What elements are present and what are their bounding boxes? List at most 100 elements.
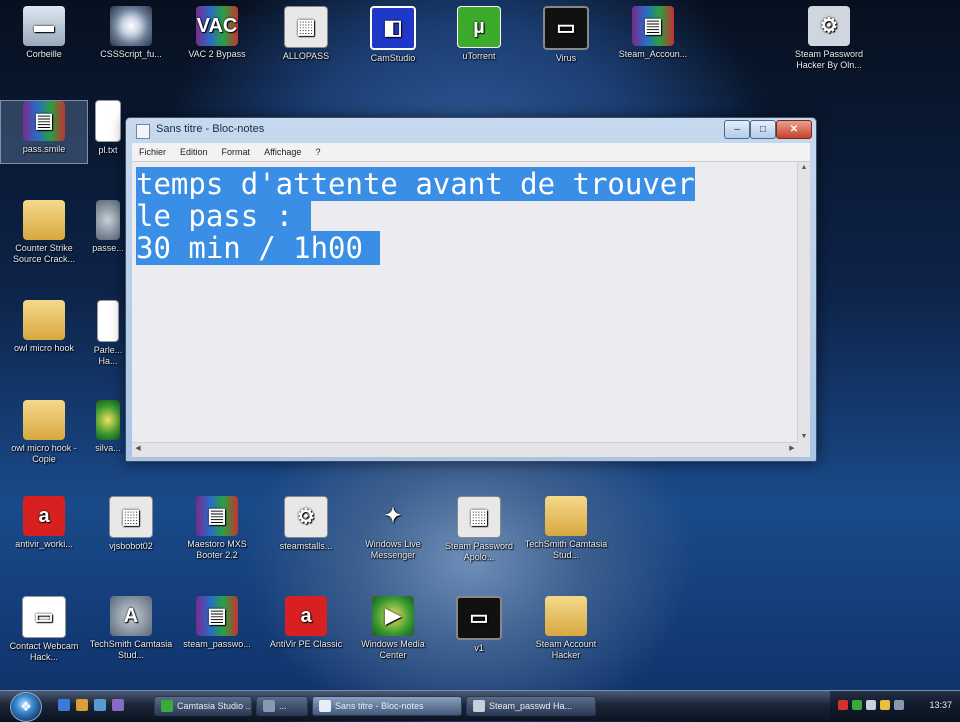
taskbar-button-camtasia[interactable]: Camtasia Studio ... — [154, 696, 252, 716]
scroll-down-icon[interactable]: ▼ — [798, 431, 810, 443]
document-icon: ▦ — [284, 6, 328, 48]
desktop-icon-steam-passwo[interactable]: ▤ steam_passwo... — [174, 596, 260, 650]
application-icon: ▦ — [109, 496, 153, 538]
desktop-icon-virus[interactable]: ▭ Virus — [523, 6, 609, 64]
menu-affichage[interactable]: Affichage — [257, 147, 308, 157]
desktop-icon-label: Contact Webcam Hack... — [9, 641, 79, 662]
tray-icon[interactable] — [894, 700, 904, 710]
desktop-icon-steam-password-apolo[interactable]: ▦ Steam Password Apolo... — [436, 496, 522, 563]
desktop-icon-counter-strike[interactable]: Counter Strike Source Crack... — [1, 200, 87, 265]
window-titlebar[interactable]: Sans titre - Bloc-notes – □ ✕ — [126, 118, 816, 142]
desktop-icon-label: Maestoro MXS Booter 2.2 — [187, 539, 247, 560]
system-tray: 13:37 — [830, 691, 960, 721]
quicklaunch-app-icon[interactable] — [112, 699, 124, 711]
notepad-icon — [136, 124, 150, 139]
video-file-icon: ▭ — [456, 596, 502, 640]
menu-fichier[interactable]: Fichier — [132, 147, 173, 157]
desktop-icon-parle[interactable]: Parle... Ha... — [88, 300, 128, 367]
desktop-icon-recycle-bin[interactable]: ▬ Corbeille — [1, 6, 87, 60]
scroll-up-icon[interactable]: ▲ — [798, 162, 810, 174]
window-title: Sans titre - Bloc-notes — [156, 123, 265, 135]
antivirus-tray-icon[interactable] — [838, 700, 848, 710]
desktop-icon-maestoro-booter[interactable]: ▤ Maestoro MXS Booter 2.2 — [174, 496, 260, 561]
archive-icon: ▤ — [632, 6, 674, 46]
horizontal-scrollbar[interactable]: ◀ ▶ — [132, 442, 798, 457]
scroll-right-icon[interactable]: ▶ — [786, 444, 798, 452]
desktop-icon-camtasia-studio[interactable]: A TechSmith Camtasia Stud... — [88, 596, 174, 661]
menu-edition[interactable]: Edition — [173, 147, 215, 157]
desktop-icon-utorrent[interactable]: µ uTorrent — [436, 6, 522, 62]
desktop-icon-allopass[interactable]: ▦ ALLOPASS — [263, 6, 349, 62]
desktop-icon-camstudio[interactable]: ◧ CamStudio — [350, 6, 436, 64]
taskbar-button-notepad[interactable]: Sans titre - Bloc-notes — [312, 696, 462, 716]
notepad-icon — [319, 700, 331, 712]
desktop-icon-label: vjsbobot02 — [109, 541, 153, 551]
quicklaunch-folder-icon[interactable] — [76, 699, 88, 711]
desktop-icon-windows-media-center[interactable]: ▶ Windows Media Center — [350, 596, 436, 661]
desktop-icon-label: VAC 2 Bypass — [188, 49, 246, 59]
desktop-icon-techsmith-camtasia[interactable]: TechSmith Camtasia Stud... — [523, 496, 609, 561]
menu-help[interactable]: ? — [308, 147, 327, 157]
desktop-icon-passe[interactable]: passe... — [88, 200, 128, 254]
archive-icon: ▤ — [23, 101, 65, 141]
desktop-icon-owl-micro-hook-copie[interactable]: owl micro hook - Copie — [1, 400, 87, 465]
document-icon: ▭ — [22, 596, 66, 638]
vertical-scrollbar[interactable]: ▲ ▼ — [797, 162, 810, 443]
taskbar-button-label: Sans titre - Bloc-notes — [335, 701, 424, 711]
desktop-icon-label: v1 — [474, 643, 484, 653]
selected-text: le pass : — [136, 199, 311, 233]
desktop-icon-contact-webcam-hack[interactable]: ▭ Contact Webcam Hack... — [1, 596, 87, 663]
messenger-icon: ✦ — [384, 504, 402, 527]
desktop-icon-antivir-pe-classic[interactable]: a AntiVir PE Classic — [263, 596, 349, 650]
avira-icon: a — [285, 596, 327, 636]
close-button[interactable]: ✕ — [776, 120, 812, 139]
taskbar-button-steam-passwd[interactable]: Steam_passwd Ha... — [466, 696, 596, 716]
desktop-icon-label: uTorrent — [462, 51, 496, 61]
scroll-left-icon[interactable]: ◀ — [132, 444, 144, 452]
desktop-icon-label: Steam Account Hacker — [535, 639, 597, 660]
desktop-icon-steamstalls[interactable]: ⚙ steamstalls... — [263, 496, 349, 552]
desktop-icon-steam-password-hacker[interactable]: ⚙ Steam Password Hacker By Oln... — [784, 6, 874, 71]
desktop-icon-steam-accoun[interactable]: ▤ Steam_Accoun... — [610, 6, 696, 60]
desktop-icon-antivir-worki[interactable]: a antivir_worki... — [1, 496, 87, 550]
clock[interactable]: 13:37 — [929, 700, 952, 710]
desktop-icon-label: TechSmith Camtasia Stud... — [524, 539, 608, 560]
desktop-icon-owl-micro-hook[interactable]: owl micro hook — [1, 300, 87, 354]
quicklaunch-desktop-icon[interactable] — [94, 699, 106, 711]
desktop-icon-v1[interactable]: ▭ v1 — [436, 596, 522, 654]
desktop-icon-label: silva... — [95, 443, 121, 453]
menu-format[interactable]: Format — [215, 147, 258, 157]
desktop-icon-label: Steam_Accoun... — [618, 49, 688, 59]
text-editor[interactable]: temps d'attente avant de trouver le pass… — [132, 162, 798, 443]
utorrent-tray-icon[interactable] — [852, 700, 862, 710]
network-tray-icon[interactable] — [866, 700, 876, 710]
desktop-icon-steam-account-hacker[interactable]: Steam Account Hacker — [523, 596, 609, 661]
app-icon — [96, 200, 120, 240]
desktop-icon-pl-txt[interactable]: pl.txt — [88, 100, 128, 156]
resize-grip[interactable] — [798, 443, 810, 457]
video-file-icon: ▭ — [543, 6, 589, 50]
desktop-icon-windows-live-messenger[interactable]: ✦ Windows Live Messenger — [350, 496, 436, 561]
desktop-icon-pass-smile[interactable]: ▤ pass.smile — [0, 100, 88, 164]
desktop-icon-vjsbobot[interactable]: ▦ vjsbobot02 — [88, 496, 174, 552]
volume-tray-icon[interactable] — [880, 700, 890, 710]
text-file-icon — [95, 100, 121, 142]
text-line: 30 min / 1h00 — [136, 231, 381, 265]
notepad-window[interactable]: Sans titre - Bloc-notes – □ ✕ Fichier Ed… — [125, 117, 817, 462]
desktop-icon-cssscript[interactable]: CSSScript_fu... — [88, 6, 174, 60]
desktop-icon-vac-bypass[interactable]: VAC VAC 2 Bypass — [174, 6, 260, 60]
desktop-icon-label: antivir_worki... — [15, 539, 73, 549]
folder-icon — [545, 596, 587, 636]
start-button[interactable]: ❖ — [10, 692, 42, 722]
quicklaunch-ie-icon[interactable] — [58, 699, 70, 711]
folder-icon — [23, 400, 65, 440]
taskbar-button-other[interactable]: ... — [256, 696, 308, 716]
utorrent-icon: µ — [457, 6, 501, 48]
desktop-icon-silva[interactable]: silva... — [88, 400, 128, 454]
taskbar-button-label: Steam_passwd Ha... — [489, 701, 573, 711]
avira-icon: a — [23, 496, 65, 536]
steam-icon — [473, 700, 485, 712]
archive-icon: ▤ — [196, 596, 238, 636]
minimize-button[interactable]: – — [724, 120, 750, 139]
maximize-button[interactable]: □ — [750, 120, 776, 139]
